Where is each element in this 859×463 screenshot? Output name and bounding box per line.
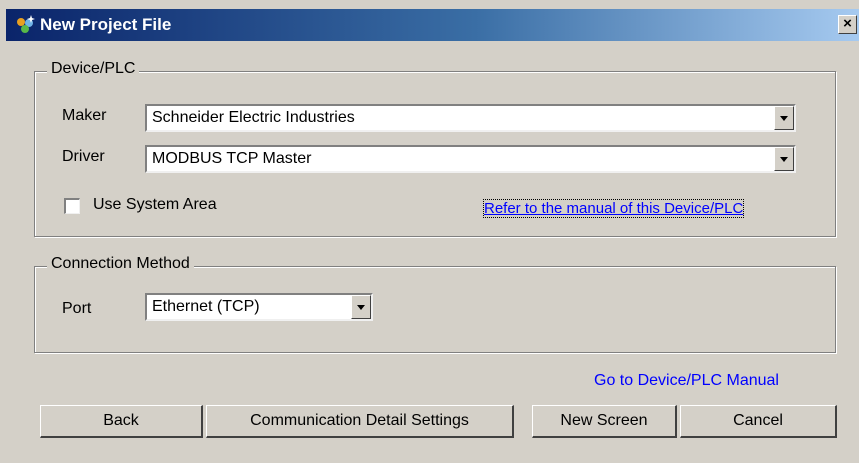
maker-label: Maker (62, 107, 107, 124)
cancel-button[interactable]: Cancel (680, 405, 837, 438)
new-screen-button[interactable]: New Screen (532, 405, 677, 438)
chevron-down-icon[interactable] (774, 106, 794, 130)
device-plc-group-label: Device/PLC (47, 60, 140, 78)
title-bar[interactable]: New Project File × (6, 9, 859, 41)
connection-method-group-label: Connection Method (47, 255, 194, 273)
back-button[interactable]: Back (40, 405, 203, 438)
close-icon: × (843, 15, 852, 32)
chevron-down-icon[interactable] (774, 147, 794, 171)
port-dropdown-value: Ethernet (TCP) (152, 298, 260, 315)
new-project-file-dialog: New Project File × Device/PLC Maker Schn… (0, 0, 859, 463)
driver-label: Driver (62, 148, 105, 165)
chevron-down-icon[interactable] (351, 295, 371, 319)
window-title: New Project File (40, 15, 172, 34)
use-system-area-checkbox[interactable] (64, 198, 80, 214)
app-icon (17, 15, 35, 33)
maker-dropdown-value: Schneider Electric Industries (152, 109, 355, 126)
maker-dropdown[interactable]: Schneider Electric Industries (145, 104, 796, 132)
driver-dropdown-value: MODBUS TCP Master (152, 150, 312, 167)
port-dropdown[interactable]: Ethernet (TCP) (145, 293, 373, 321)
device-plc-manual-link[interactable]: Refer to the manual of this Device/PLC (482, 199, 745, 218)
go-to-manual-link[interactable]: Go to Device/PLC Manual (594, 372, 779, 390)
port-label: Port (62, 300, 92, 317)
driver-dropdown[interactable]: MODBUS TCP Master (145, 145, 796, 173)
use-system-area-label[interactable]: Use System Area (93, 196, 217, 214)
close-button[interactable]: × (838, 15, 857, 34)
communication-detail-settings-button[interactable]: Communication Detail Settings (206, 405, 514, 438)
